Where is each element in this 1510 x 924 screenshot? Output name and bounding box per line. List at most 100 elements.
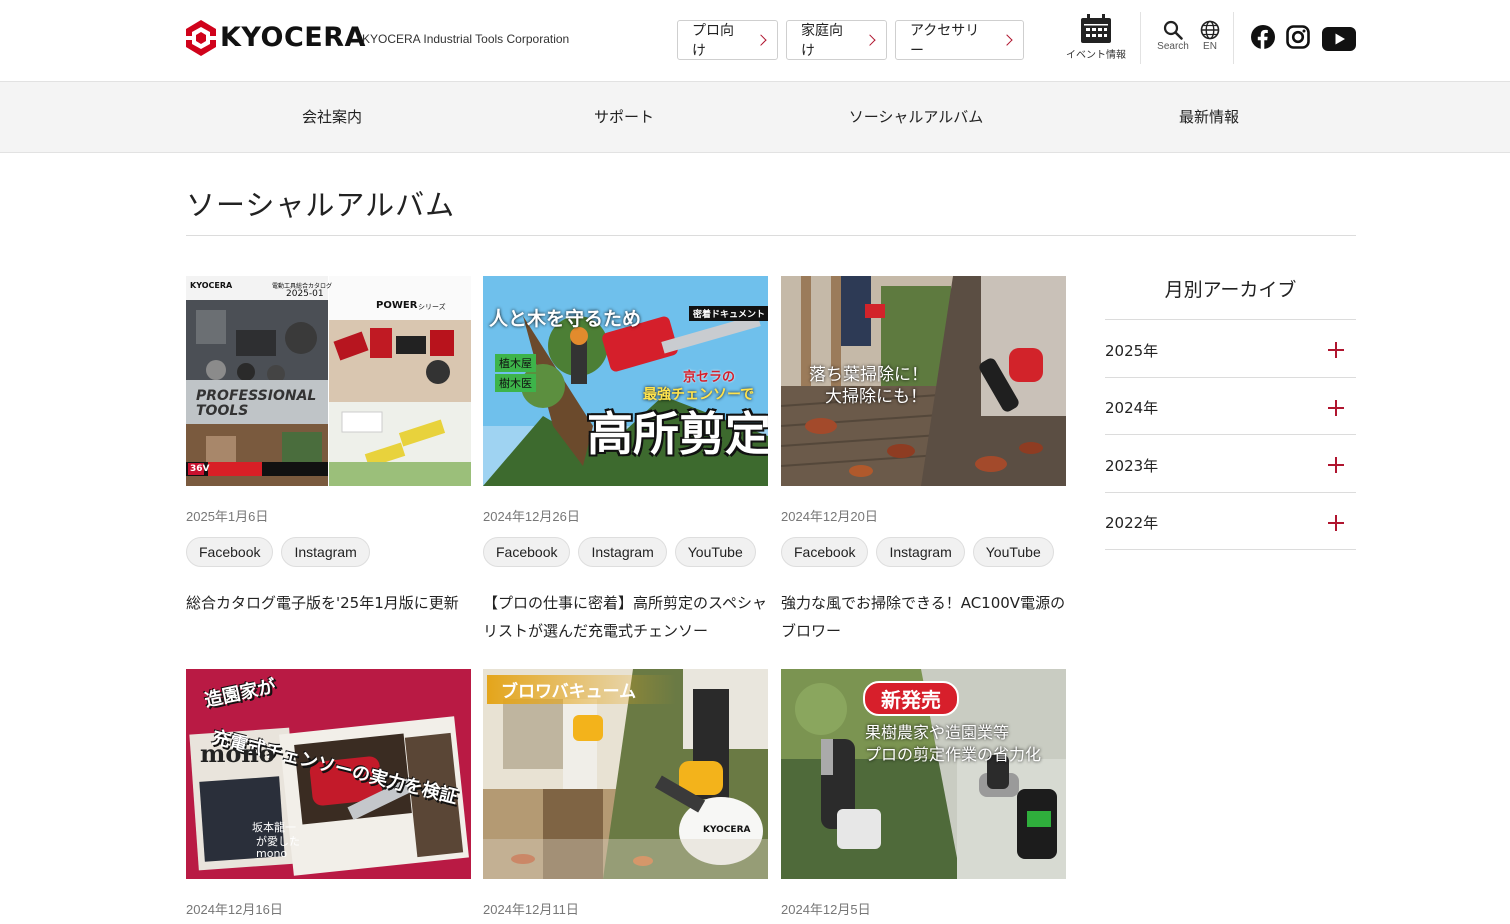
plus-icon [1328,399,1344,416]
youtube-link[interactable] [1322,27,1356,55]
archive-year-2025[interactable]: 2025年 [1105,320,1356,378]
thumb-text: 京セラの [683,370,736,385]
archive-title: 月別アーカイブ [1105,274,1356,320]
thumb-text: 36V [190,464,210,474]
thumb-text: 植木屋 [495,354,536,372]
plus-icon [1328,342,1344,359]
card-date: 2024年12月20日 [781,509,878,524]
thumb-text: mono [200,739,275,768]
chevron-right-icon [755,34,767,46]
instagram-icon [1286,25,1310,49]
card-date: 2024年12月5日 [781,902,871,917]
archive-year-label: 2024年 [1105,399,1159,418]
search-label: Search [1157,41,1189,52]
thumb-text: KYOCERA [190,281,233,290]
card-tags: Facebook Instagram YouTube [781,537,1066,567]
header-divider [1140,12,1141,64]
thumb-text: 2025-01 [286,289,324,299]
thumb-text: 新発売 [863,681,959,716]
page-title: ソーシャルアルバム [186,188,456,222]
card-thumbnail[interactable]: 落ち葉掃除に！ 大掃除にも！ [781,276,1066,486]
kyocera-logo[interactable]: KYOCERA [186,20,366,56]
card-title[interactable]: 【プロの仕事に密着】高所剪定のスペシャリストが選んだ充電式チェンソー [483,589,768,645]
youtube-icon [1322,27,1356,51]
tag-instagram[interactable]: Instagram [281,537,370,567]
tag-facebook[interactable]: Facebook [483,537,571,567]
tag-facebook[interactable]: Facebook [781,537,869,567]
archive-year-2022[interactable]: 2022年 [1105,493,1356,550]
card-thumbnail[interactable]: KYOCERA 電動工具総合カタログ 2025-01 PROFESSIONAL … [186,276,471,486]
nav-item-support[interactable]: サポート [478,82,770,153]
chevron-right-icon [1001,34,1013,46]
search-icon [1163,20,1183,40]
archive-year-2023[interactable]: 2023年 [1105,435,1356,493]
thumb-text: ブロワバキューム [487,675,677,704]
album-card: 人と木を守るため 密着ドキュメント 植木屋 樹木医 京セラの 最強チェンソーで … [483,276,768,645]
chevron-right-icon [864,34,876,46]
thumb-text: 果樹農家や造園業等 [865,723,1010,742]
tag-facebook[interactable]: Facebook [186,537,274,567]
card-thumbnail[interactable]: 新発売 果樹農家や造園業等 プロの剪定作業の省力化 [781,669,1066,879]
nav-item-news[interactable]: 最新情報 [1062,82,1356,153]
plus-icon [1328,514,1344,531]
accessory-button-label: アクセサリー [910,23,980,59]
thumb-text: 高所剪定 [587,407,768,461]
tag-instagram[interactable]: Instagram [876,537,965,567]
album-card: KYOCERA 電動工具総合カタログ 2025-01 PROFESSIONAL … [186,276,471,645]
archive-year-label: 2022年 [1105,514,1159,533]
thumb-text: TOOLS [196,403,249,419]
thumb-text: KYOCERA [703,825,751,835]
instagram-link[interactable] [1286,25,1310,53]
language-label: EN [1203,41,1217,52]
facebook-icon [1251,25,1275,49]
thumb-text: シリーズ [418,303,446,311]
archive-year-label: 2023年 [1105,456,1159,475]
archive-year-2024[interactable]: 2024年 [1105,378,1356,435]
brand-wordmark: KYOCERA [220,22,366,53]
thumb-text: 樹木医 [495,374,536,392]
site-header: KYOCERA KYOCERA Industrial Tools Corpora… [0,0,1510,82]
card-title[interactable]: 総合カタログ電子版を'25年1月版に更新 [186,589,471,645]
event-info-label: イベント情報 [1066,50,1126,61]
album-card: 新発売 果樹農家や造園業等 プロの剪定作業の省力化 2024年12月5日 [781,669,1066,918]
accessory-button[interactable]: アクセサリー [895,20,1024,60]
home-use-button-label: 家庭向け [801,23,843,59]
album-card: 造園家が 充電式チェンソーの実力を検証 mono 坂本龍一 が愛した mono … [186,669,471,918]
card-thumbnail[interactable]: ブロワバキューム KYOCERA [483,669,768,879]
calendar-icon [1081,14,1111,43]
thumb-text: mono [256,847,288,860]
title-divider [186,235,1356,236]
card-title[interactable]: 強力な風でお掃除できる！AC100V電源のブロワー [781,589,1066,645]
card-date: 2024年12月26日 [483,509,580,524]
tag-instagram[interactable]: Instagram [578,537,667,567]
plus-icon [1328,457,1344,474]
tag-youtube[interactable]: YouTube [972,537,1054,567]
language-link[interactable]: EN [1199,20,1221,52]
event-info-link[interactable]: イベント情報 [1064,14,1128,61]
card-date: 2024年12月16日 [186,902,283,917]
nav-item-social-album[interactable]: ソーシャルアルバム [770,82,1062,153]
card-date: 2025年1月6日 [186,509,269,524]
album-card: ブロワバキューム KYOCERA 2024年12月11日 [483,669,768,918]
tag-youtube[interactable]: YouTube [674,537,756,567]
search-link[interactable]: Search [1156,20,1190,52]
card-date: 2024年12月11日 [483,902,579,917]
corporation-name: KYOCERA Industrial Tools Corporation [362,32,570,46]
card-thumbnail[interactable]: 人と木を守るため 密着ドキュメント 植木屋 樹木医 京セラの 最強チェンソーで … [483,276,768,486]
home-use-button[interactable]: 家庭向け [786,20,887,60]
facebook-link[interactable] [1251,25,1275,53]
pro-button-label: プロ向け [692,23,734,59]
globe-icon [1200,20,1220,40]
card-tags: Facebook Instagram YouTube [483,537,768,567]
pro-button[interactable]: プロ向け [677,20,778,60]
card-thumbnail[interactable]: 造園家が 充電式チェンソーの実力を検証 mono 坂本龍一 が愛した mono [186,669,471,879]
thumb-text: PROFESSIONAL [196,388,317,404]
thumb-text: プロの剪定作業の省力化 [865,745,1042,764]
nav-item-company[interactable]: 会社案内 [186,82,478,153]
archive-year-label: 2025年 [1105,341,1159,360]
thumb-text: POWER [376,300,418,311]
global-nav: 会社案内 サポート ソーシャルアルバム 最新情報 [0,82,1510,153]
thumb-text: 大掃除にも！ [825,387,927,407]
monthly-archive: 月別アーカイブ 2025年 2024年 2023年 2022年 [1105,274,1356,550]
thumb-text: 密着ドキュメント [689,306,768,321]
